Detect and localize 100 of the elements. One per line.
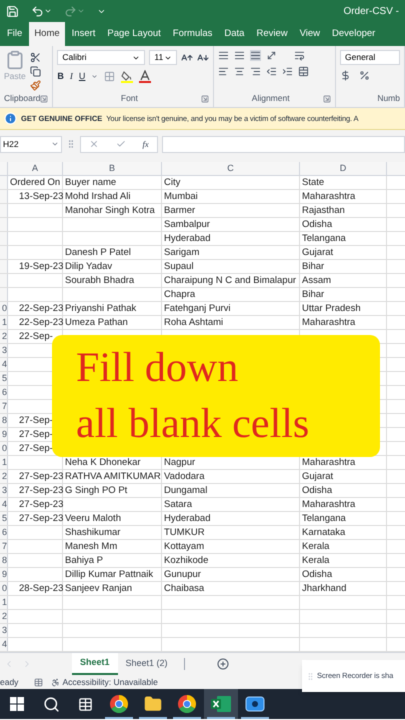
row-header[interactable]: 7 <box>0 540 8 553</box>
table-cell: Sambalpur <box>164 219 210 230</box>
excel-icon[interactable] <box>211 696 231 712</box>
ribbon-tab[interactable]: Developer <box>327 22 380 46</box>
dialog-launcher-icon[interactable] <box>201 94 210 103</box>
row-header[interactable]: 7 <box>0 400 8 413</box>
table-cell: 27-Sep-23 <box>19 499 64 510</box>
font-name-field[interactable]: Calibri <box>57 50 146 65</box>
dialog-launcher-icon[interactable] <box>322 94 331 103</box>
format-button[interactable]: U <box>78 70 86 84</box>
row-header[interactable]: 1 <box>0 456 8 469</box>
grow-font-icon[interactable] <box>181 52 194 64</box>
orientation-icon[interactable] <box>266 50 278 61</box>
row-header[interactable]: 5 <box>0 512 8 525</box>
row-header[interactable]: 1 <box>0 596 8 609</box>
row-header[interactable]: 4 <box>0 638 8 651</box>
ribbon-tab[interactable]: Home <box>29 22 65 46</box>
align-center-icon[interactable] <box>234 66 246 77</box>
table-cell: Manesh Mm <box>65 541 118 552</box>
row-header[interactable]: 6 <box>0 386 8 399</box>
ribbon-tab[interactable]: View <box>294 22 326 46</box>
column-header[interactable]: D <box>300 162 387 175</box>
row-header[interactable]: 8 <box>0 554 8 567</box>
table-cell: Kerala <box>302 541 330 552</box>
dialog-launcher-icon[interactable] <box>40 94 48 103</box>
ribbon-tab[interactable]: Insert <box>66 22 100 46</box>
add-sheet-icon[interactable] <box>216 658 229 670</box>
paintbrush-icon[interactable] <box>30 80 41 91</box>
table-cell: G Singh PO Pt <box>65 485 128 496</box>
ribbon-tab[interactable]: Data <box>219 22 250 46</box>
decrease-indent-icon[interactable] <box>266 66 278 77</box>
format-button[interactable]: I <box>70 70 73 84</box>
copy-icon[interactable] <box>30 66 41 77</box>
table-cell: 22-Sep- <box>19 331 53 342</box>
row-header[interactable]: 3 <box>0 344 8 357</box>
row-header[interactable]: 5 <box>0 372 8 385</box>
column-header[interactable]: C <box>162 162 300 175</box>
ribbon-tab[interactable]: File <box>2 22 28 46</box>
caption-text: Fill down <box>76 344 240 393</box>
sheet-tab[interactable]: Sheet1 (2) <box>118 653 176 675</box>
font-color-icon[interactable] <box>139 70 152 84</box>
screen-recorder-icon[interactable] <box>245 696 265 712</box>
column-header[interactable]: B <box>63 162 162 175</box>
chrome-icon[interactable] <box>110 695 128 713</box>
number-format-field[interactable]: General <box>340 50 400 65</box>
row-header[interactable]: 0 <box>0 582 8 595</box>
table-cell: Sanjeev Ranjan <box>65 583 132 594</box>
row-header[interactable]: 1 <box>0 316 8 329</box>
insert-function-button[interactable]: fx <box>142 138 149 150</box>
align-right-icon[interactable] <box>250 66 262 77</box>
enter-icon[interactable] <box>116 139 126 149</box>
sheet-tab[interactable]: Sheet1 <box>72 653 118 675</box>
formula-input[interactable] <box>162 136 405 152</box>
table-cell: Odisha <box>302 219 332 230</box>
font-size-field[interactable]: 11 <box>149 50 178 65</box>
row-header[interactable]: 9 <box>0 568 8 581</box>
wrap-text-icon[interactable] <box>294 50 306 61</box>
row-header[interactable]: 4 <box>0 498 8 511</box>
table-cell: Supaul <box>164 261 194 272</box>
save-icon[interactable] <box>6 4 19 18</box>
row-header[interactable]: 3 <box>0 484 8 497</box>
middle-align-icon[interactable] <box>234 50 246 61</box>
cancel-icon[interactable] <box>89 139 100 149</box>
percent-icon[interactable] <box>359 70 370 81</box>
chrome-icon[interactable] <box>178 695 196 713</box>
merge-icon[interactable] <box>298 66 310 77</box>
accessibility-text: Accessibility: Unavailable <box>62 676 158 688</box>
bottom-align-icon[interactable] <box>250 50 262 61</box>
folder-icon[interactable] <box>144 695 162 713</box>
top-align-icon[interactable] <box>218 50 230 61</box>
fill-color-icon[interactable] <box>121 70 134 84</box>
ribbon-tab[interactable]: Page Layout <box>102 22 166 46</box>
ribbon-tab[interactable]: Formulas <box>168 22 218 46</box>
currency-icon[interactable] <box>340 70 351 81</box>
task-view-icon[interactable] <box>78 696 92 712</box>
format-button[interactable]: B <box>57 70 64 84</box>
name-box[interactable]: H22 <box>0 136 62 152</box>
align-left-icon[interactable] <box>218 66 230 77</box>
undo-icon[interactable] <box>31 4 44 18</box>
grip-icon <box>306 672 315 680</box>
row-header[interactable]: 3 <box>0 624 8 637</box>
shrink-font-icon[interactable] <box>197 52 210 64</box>
row-header[interactable]: 6 <box>0 526 8 539</box>
search-icon[interactable] <box>42 696 60 712</box>
cut-icon[interactable] <box>30 52 41 63</box>
row-header[interactable]: 9 <box>0 428 8 441</box>
row-header[interactable]: 4 <box>0 358 8 371</box>
row-header[interactable]: 2 <box>0 330 8 343</box>
table-cell: City <box>164 177 180 188</box>
table-cell: Uttar Pradesh <box>302 303 361 314</box>
row-header[interactable]: 0 <box>0 302 8 315</box>
increase-indent-icon[interactable] <box>282 66 294 77</box>
windows-start-icon[interactable] <box>10 697 24 711</box>
row-header[interactable]: 8 <box>0 414 8 427</box>
table-cell: Odisha <box>302 569 332 580</box>
row-header[interactable]: 0 <box>0 442 8 455</box>
ribbon-tab[interactable]: Review <box>251 22 293 46</box>
row-header[interactable]: 2 <box>0 610 8 623</box>
row-header[interactable]: 2 <box>0 470 8 483</box>
column-header[interactable]: A <box>8 162 63 175</box>
